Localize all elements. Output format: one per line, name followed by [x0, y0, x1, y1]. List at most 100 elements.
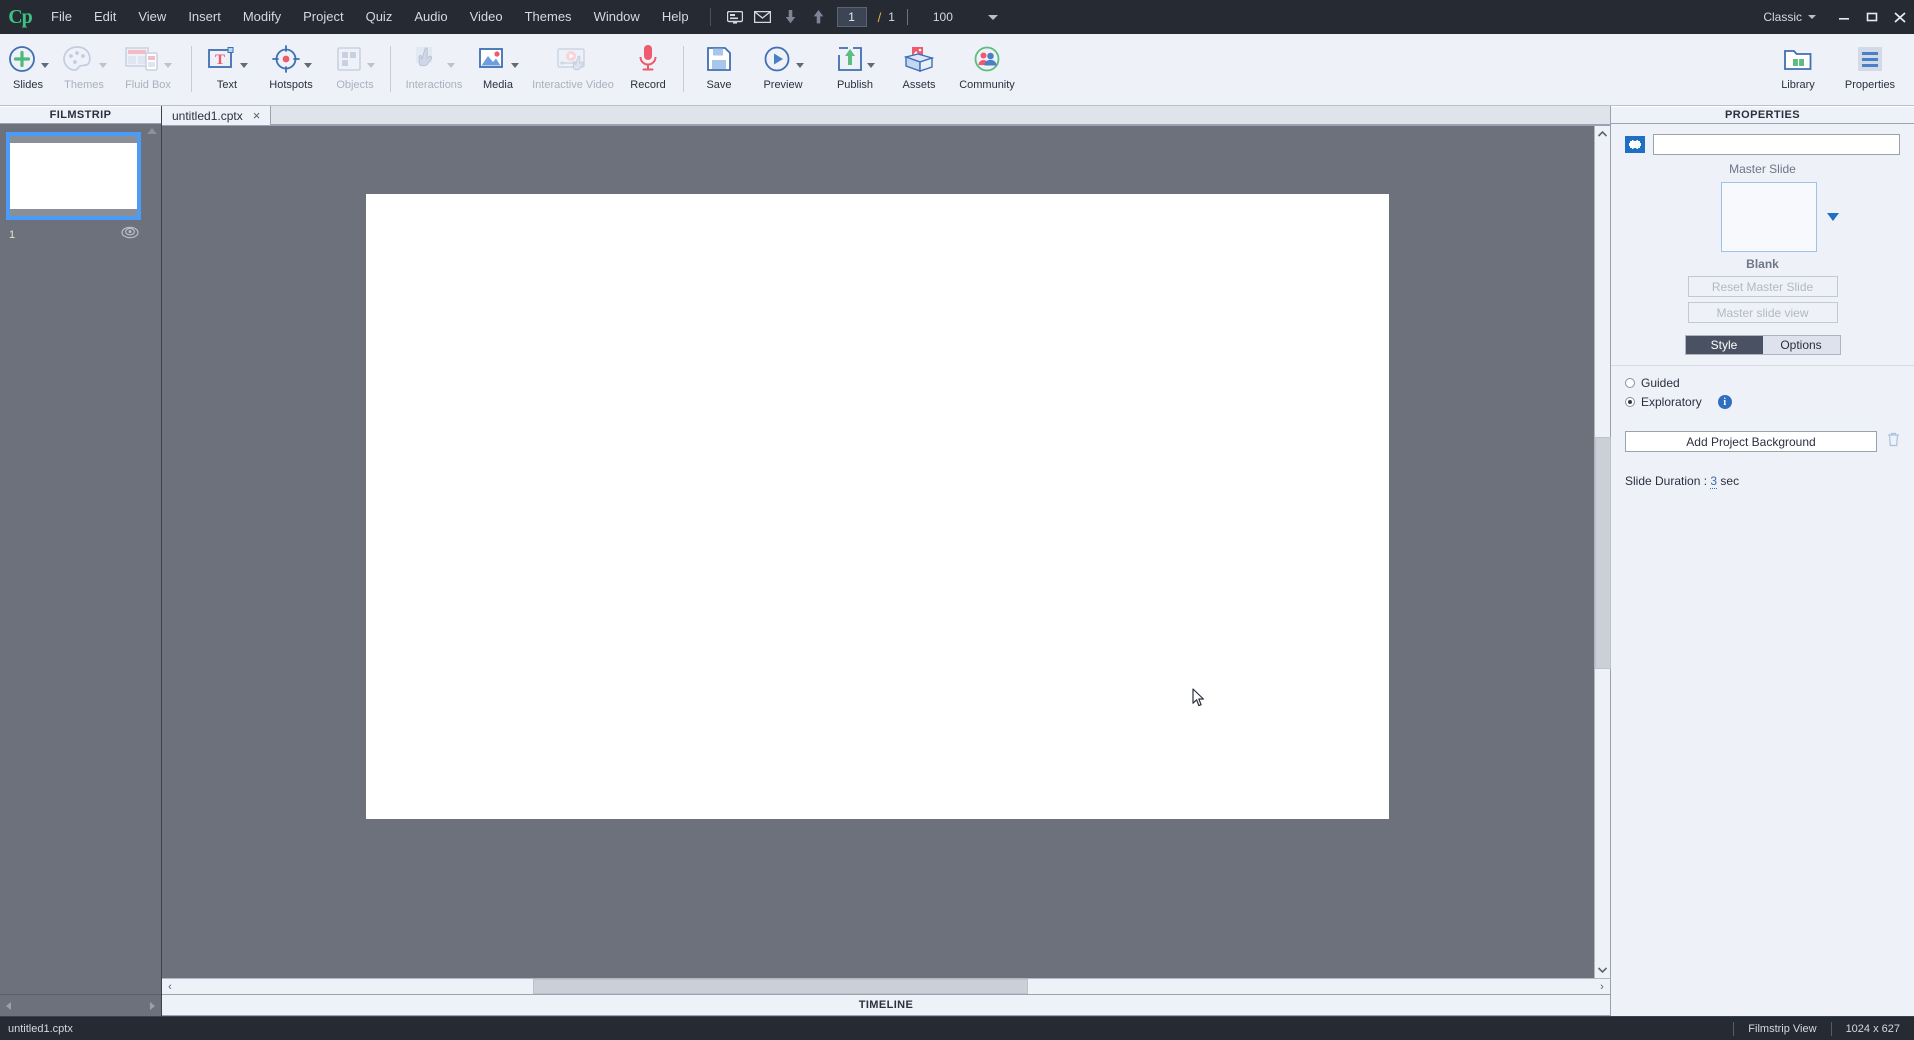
exploratory-radio[interactable] — [1625, 397, 1635, 407]
filmstrip-prev-icon[interactable] — [6, 1001, 11, 1010]
tool-properties[interactable]: Properties — [1834, 34, 1906, 91]
slide-eye-icon[interactable] — [121, 226, 139, 244]
filmstrip-slide-1[interactable] — [6, 132, 141, 220]
master-slide-view-button[interactable]: Master slide view — [1687, 302, 1838, 323]
tool-text[interactable]: T Text — [199, 34, 255, 91]
tool-label: Slides — [13, 79, 43, 91]
status-file-name: untitled1.cptx — [8, 1022, 73, 1035]
timeline-panel-header[interactable]: TIMELINE — [162, 994, 1610, 1016]
slide-number-label: 1 — [9, 229, 16, 241]
add-project-background-button[interactable]: Add Project Background — [1625, 431, 1877, 452]
publish-upload-icon — [836, 42, 875, 76]
presenter-icon[interactable] — [721, 4, 749, 30]
document-tab-untitled1[interactable]: untitled1.cptx × — [162, 106, 272, 125]
tool-record[interactable]: Record — [620, 34, 676, 91]
menu-edit[interactable]: Edit — [83, 0, 127, 34]
chevron-down-icon[interactable] — [366, 62, 375, 68]
vertical-scroll-thumb[interactable] — [1594, 437, 1611, 669]
chevron-down-icon[interactable] — [446, 62, 455, 68]
zoom-level-value[interactable]: 100 — [920, 10, 966, 24]
horizontal-scroll-track[interactable] — [178, 978, 1610, 995]
chevron-down-icon[interactable] — [239, 62, 248, 68]
status-view-mode[interactable]: Filmstrip View — [1733, 1021, 1830, 1036]
filmstrip-slides-list[interactable]: 1 — [0, 124, 161, 994]
chevron-down-icon[interactable] — [795, 62, 804, 68]
tool-library[interactable]: Library — [1762, 34, 1834, 91]
slide-name-input[interactable] — [1653, 134, 1900, 155]
zoom-chevron-down-icon[interactable] — [987, 14, 998, 20]
mail-icon[interactable] — [749, 4, 777, 30]
info-icon[interactable]: i — [1717, 395, 1732, 409]
filmstrip-next-icon[interactable] — [150, 1001, 155, 1010]
menu-themes[interactable]: Themes — [514, 0, 583, 34]
slide-duration-value[interactable]: 3 — [1710, 474, 1718, 489]
tool-objects[interactable]: Objects — [327, 34, 383, 91]
tool-assets[interactable]: Assets — [891, 34, 947, 91]
tool-label: Save — [706, 79, 732, 91]
minimize-icon[interactable] — [1830, 6, 1858, 28]
workspace-chevron-down-icon[interactable] — [1808, 15, 1816, 19]
tool-hotspots[interactable]: Hotspots — [255, 34, 327, 91]
menu-audio[interactable]: Audio — [403, 0, 458, 34]
status-right-cluster: Filmstrip View 1024 x 627 — [1733, 1017, 1914, 1040]
scroll-down-icon[interactable] — [1598, 962, 1607, 978]
properties-title: PROPERTIES — [1611, 106, 1914, 124]
tab-label: untitled1.cptx — [172, 108, 243, 123]
close-icon[interactable] — [1886, 6, 1914, 28]
tool-publish[interactable]: Publish — [819, 34, 891, 91]
menu-window[interactable]: Window — [583, 0, 651, 34]
scroll-left-icon[interactable]: ‹ — [162, 981, 178, 993]
stage-horizontal-scrollbar[interactable]: ‹ › — [162, 978, 1610, 994]
menu-file[interactable]: File — [40, 0, 83, 34]
trash-icon[interactable] — [1887, 432, 1900, 452]
navigation-guided-row[interactable]: Guided — [1625, 376, 1900, 390]
tool-community[interactable]: Community — [947, 34, 1027, 91]
menu-view[interactable]: View — [127, 0, 177, 34]
chevron-down-icon[interactable] — [98, 62, 107, 68]
chevron-down-icon[interactable] — [510, 62, 519, 68]
chevron-down-icon[interactable] — [866, 62, 875, 68]
stage-vertical-scrollbar[interactable] — [1594, 126, 1611, 978]
tool-preview[interactable]: Preview — [747, 34, 819, 91]
tool-themes[interactable]: Themes — [56, 34, 112, 91]
tool-media[interactable]: Media — [470, 34, 526, 91]
chevron-down-icon[interactable] — [303, 62, 312, 68]
master-slide-selector[interactable] — [1625, 182, 1900, 252]
tab-style[interactable]: Style — [1685, 336, 1763, 354]
guided-radio[interactable] — [1625, 378, 1635, 388]
community-people-icon — [972, 42, 1002, 76]
navigation-exploratory-row[interactable]: Exploratory i — [1625, 395, 1900, 409]
workspace-label[interactable]: Classic — [1763, 10, 1802, 24]
tool-slides[interactable]: Slides — [0, 34, 56, 91]
chevron-down-icon[interactable] — [40, 62, 49, 68]
menu-project[interactable]: Project — [292, 0, 354, 34]
master-slide-chevron-down-icon[interactable] — [1826, 213, 1839, 221]
slide-stage[interactable] — [162, 126, 1594, 978]
master-slide-thumbnail[interactable] — [1720, 182, 1817, 252]
menu-modify[interactable]: Modify — [232, 0, 292, 34]
slide-canvas[interactable] — [366, 194, 1389, 819]
menu-video[interactable]: Video — [459, 0, 514, 34]
vertical-scroll-track[interactable] — [1594, 142, 1611, 962]
tool-fluid-box[interactable]: Fluid Box — [112, 34, 184, 91]
menu-help[interactable]: Help — [651, 0, 700, 34]
tool-save[interactable]: Save — [691, 34, 747, 91]
horizontal-scroll-thumb[interactable] — [533, 978, 1028, 994]
menu-insert[interactable]: Insert — [177, 0, 232, 34]
scroll-right-icon[interactable]: › — [1594, 981, 1610, 993]
tab-options[interactable]: Options — [1762, 336, 1840, 354]
tool-interactive-video[interactable]: Interactive Video — [526, 34, 620, 91]
arrow-down-icon[interactable] — [777, 4, 805, 30]
scroll-up-icon[interactable] — [1598, 126, 1607, 142]
hotspot-target-icon — [271, 42, 312, 76]
tab-close-icon[interactable]: × — [253, 108, 261, 123]
chevron-down-icon[interactable] — [163, 62, 172, 68]
slide-number-input[interactable]: 1 — [836, 7, 867, 27]
maximize-icon[interactable] — [1858, 6, 1886, 28]
menu-quiz[interactable]: Quiz — [355, 0, 404, 34]
reset-master-slide-button[interactable]: Reset Master Slide — [1687, 276, 1838, 297]
arrow-up-icon[interactable] — [805, 4, 833, 30]
filmstrip-slide-meta: 1 — [6, 220, 141, 244]
tool-interactions[interactable]: Interactions — [398, 34, 470, 91]
filmstrip-scroll-up[interactable] — [147, 128, 159, 134]
